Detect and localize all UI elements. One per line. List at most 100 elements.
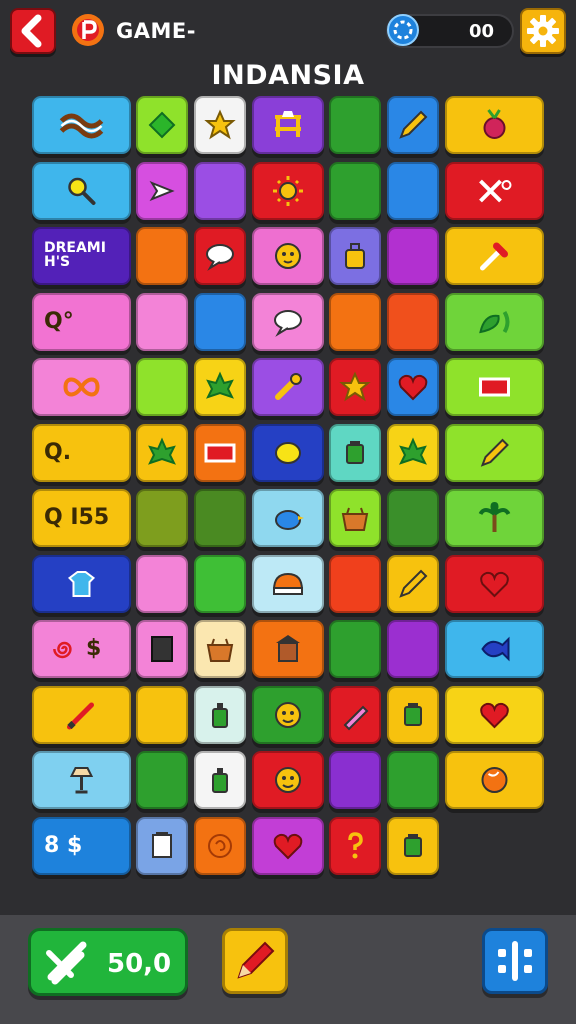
game-tile[interactable]: [252, 161, 324, 220]
game-tile[interactable]: [32, 161, 131, 220]
game-tile[interactable]: [252, 96, 324, 154]
pencil-button[interactable]: [222, 928, 288, 994]
game-tile[interactable]: [329, 489, 381, 547]
game-tile[interactable]: [136, 489, 188, 547]
game-tile[interactable]: [445, 161, 544, 220]
bottle-icon: [212, 702, 228, 728]
tile-label: Q I55: [44, 505, 110, 530]
game-tile[interactable]: [136, 816, 188, 875]
game-tile[interactable]: [387, 554, 439, 613]
game-tile[interactable]: Q.: [32, 423, 131, 482]
game-tile[interactable]: [329, 358, 381, 416]
game-tile[interactable]: [194, 227, 246, 285]
game-tile[interactable]: [194, 816, 246, 875]
settings-button[interactable]: [520, 8, 566, 54]
game-tile[interactable]: [387, 685, 439, 744]
game-tile[interactable]: 8 $: [32, 816, 131, 875]
game-tile[interactable]: [445, 96, 544, 154]
game-tile[interactable]: [252, 685, 324, 744]
game-tile[interactable]: [387, 423, 439, 482]
game-tile[interactable]: [329, 620, 381, 678]
game-tile[interactable]: [445, 292, 544, 351]
game-tile[interactable]: [252, 227, 324, 285]
game-tile[interactable]: Q I55: [32, 489, 131, 547]
game-tile[interactable]: [32, 751, 131, 809]
game-tile[interactable]: [194, 489, 246, 547]
lion-face-icon: [275, 243, 301, 269]
game-tile[interactable]: [252, 423, 324, 482]
basket-icon: [341, 507, 369, 531]
game-tile[interactable]: [194, 292, 246, 351]
game-tile[interactable]: [136, 685, 188, 744]
game-tile[interactable]: [387, 620, 439, 678]
game-tile[interactable]: [194, 358, 246, 416]
game-tile[interactable]: [194, 161, 246, 220]
shuffle-button[interactable]: [482, 928, 548, 994]
game-tile[interactable]: [387, 96, 439, 154]
game-tile[interactable]: [136, 751, 188, 809]
game-tile[interactable]: [194, 751, 246, 809]
game-tile[interactable]: [445, 554, 544, 613]
game-tile[interactable]: [252, 489, 324, 547]
game-tile[interactable]: [32, 685, 131, 744]
game-tile[interactable]: [252, 358, 324, 416]
game-tile[interactable]: [136, 554, 188, 613]
game-tile[interactable]: [329, 227, 381, 285]
coin-count: 00: [468, 21, 494, 42]
game-tile[interactable]: [329, 685, 381, 744]
speech-icon: [274, 309, 302, 337]
game-tile[interactable]: [252, 292, 324, 351]
game-tile[interactable]: [136, 620, 188, 678]
game-tile[interactable]: [329, 554, 381, 613]
game-tile[interactable]: [445, 227, 544, 285]
game-tile[interactable]: [387, 227, 439, 285]
game-tile[interactable]: [136, 292, 188, 351]
game-tile[interactable]: [194, 96, 246, 154]
game-tile[interactable]: [32, 554, 131, 613]
game-tile[interactable]: [329, 96, 381, 154]
game-tile[interactable]: [387, 489, 439, 547]
game-tile[interactable]: $: [32, 620, 131, 678]
game-title: GAME-: [116, 19, 196, 43]
game-tile[interactable]: [252, 816, 324, 875]
game-tile[interactable]: [387, 751, 439, 809]
spiral-icon: [53, 641, 72, 659]
game-tile[interactable]: [136, 227, 188, 285]
game-tile[interactable]: [387, 816, 439, 875]
infinity-icon: [63, 377, 100, 397]
game-tile[interactable]: [252, 554, 324, 613]
game-tile[interactable]: [445, 423, 544, 482]
game-tile[interactable]: [387, 292, 439, 351]
game-tile[interactable]: [252, 620, 324, 678]
game-tile[interactable]: [136, 423, 188, 482]
game-tile[interactable]: [252, 751, 324, 809]
game-tile[interactable]: [445, 751, 544, 809]
game-tile[interactable]: [32, 96, 131, 154]
tile-board: DREAMI H'S Q° Q. Q I55 $8 $: [0, 96, 576, 896]
pencil-icon: [399, 110, 428, 139]
game-tile[interactable]: [32, 358, 131, 416]
game-tile[interactable]: [194, 423, 246, 482]
pencil-icon: [480, 438, 509, 467]
game-tile[interactable]: [194, 685, 246, 744]
game-tile[interactable]: [445, 620, 544, 678]
game-tile[interactable]: [136, 161, 188, 220]
game-tile[interactable]: [445, 685, 544, 744]
game-tile[interactable]: [329, 423, 381, 482]
game-tile[interactable]: [329, 292, 381, 351]
game-tile[interactable]: [329, 751, 381, 809]
game-tile[interactable]: [194, 620, 246, 678]
game-tile[interactable]: [136, 96, 188, 154]
game-tile[interactable]: [194, 554, 246, 613]
game-tile[interactable]: [387, 358, 439, 416]
score-play-button[interactable]: 50,0: [28, 928, 188, 996]
game-tile[interactable]: DREAMI H'S: [32, 227, 131, 285]
game-tile[interactable]: [387, 161, 439, 220]
game-tile[interactable]: [445, 358, 544, 416]
back-button[interactable]: [10, 8, 56, 54]
game-tile[interactable]: [329, 816, 381, 875]
game-tile[interactable]: [445, 489, 544, 547]
game-tile[interactable]: [136, 358, 188, 416]
game-tile[interactable]: Q°: [32, 292, 131, 351]
game-tile[interactable]: [329, 161, 381, 220]
